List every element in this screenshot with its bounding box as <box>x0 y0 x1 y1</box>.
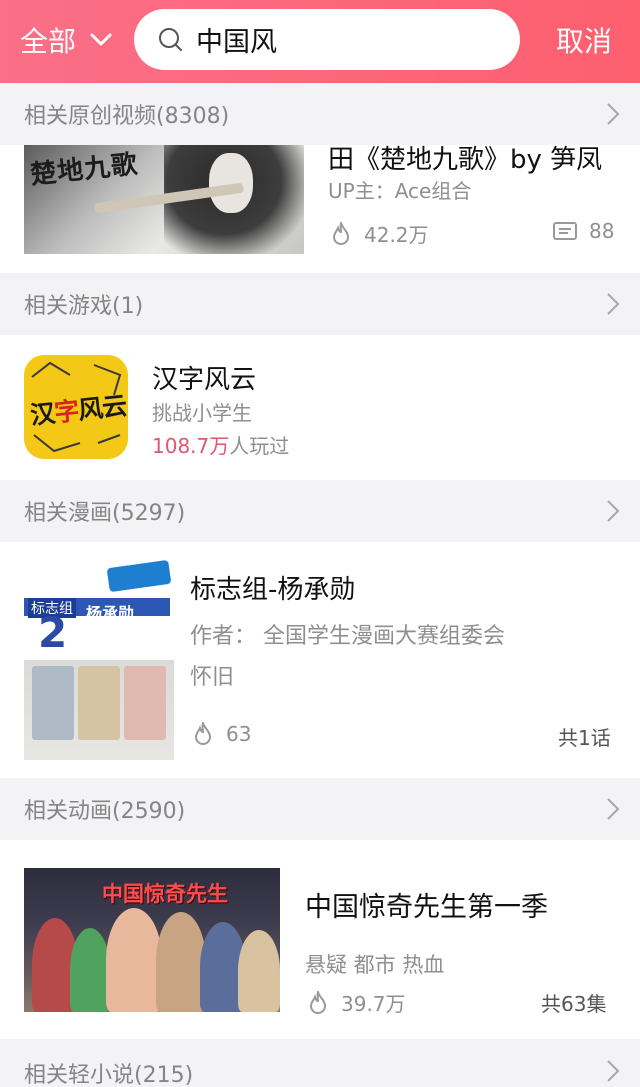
chevron-right-icon <box>607 293 620 315</box>
anime-views-value: 39.7万 <box>341 992 406 1016</box>
chevron-down-icon <box>90 29 112 51</box>
chevron-right-icon <box>607 500 620 522</box>
video-title[interactable]: 田《楚地九歌》by 笋凤 <box>328 145 602 176</box>
video-plays-value: 42.2万 <box>364 223 429 247</box>
anime-views: 39.7万 <box>307 988 406 1017</box>
game-name[interactable]: 汉字风云 <box>152 359 256 396</box>
search-scope-label: 全部 <box>20 25 77 58</box>
chevron-right-icon <box>607 798 620 820</box>
game-card[interactable]: 汉字风云 汉字风云 挑战小学生 108.7万人玩过 <box>0 335 640 480</box>
comic-card[interactable]: 标志组 杨承勋 2 标志组-杨承勋 作者： 全国学生漫画大赛组委会 怀旧 63 … <box>0 542 640 778</box>
game-subtitle: 挑战小学生 <box>152 401 252 425</box>
anime-cover-figure <box>70 928 110 1012</box>
section-header-novels[interactable]: 相关轻小说(215) <box>0 1039 640 1087</box>
anime-cover-figure <box>156 912 206 1012</box>
search-query[interactable]: 中国风 <box>196 20 277 59</box>
anime-cover-title: 中国惊奇先生 <box>102 881 228 906</box>
section-header-anime[interactable]: 相关动画(2590) <box>0 778 640 840</box>
thumbnail-calligraphy: 楚地九歌 <box>28 149 140 191</box>
section-header-games[interactable]: 相关游戏(1) <box>0 273 640 335</box>
anime-episodes: 共63集 <box>541 992 607 1016</box>
flame-icon <box>309 990 327 1014</box>
comic-cover-number: 2 <box>38 608 68 657</box>
flame-icon <box>194 722 212 745</box>
comic-views: 63 <box>192 722 251 746</box>
game-icon[interactable]: 汉字风云 <box>24 355 128 459</box>
comment-icon <box>553 222 577 240</box>
comic-panel <box>32 666 74 740</box>
comic-panel <box>124 666 166 740</box>
comic-cover-logo <box>106 560 172 593</box>
video-plays: 42.2万 <box>330 219 429 248</box>
search-icon <box>158 27 184 53</box>
comic-views-value: 63 <box>226 722 252 746</box>
comic-panel <box>78 666 120 740</box>
anime-card[interactable]: 中国惊奇先生 中国惊奇先生第一季 悬疑 都市 热血 39.7万 共63集 <box>0 840 640 1039</box>
section-header-comics[interactable]: 相关漫画(5297) <box>0 480 640 542</box>
game-players-count: 108.7万 <box>152 434 230 458</box>
comic-cover-bottom[interactable] <box>24 660 174 760</box>
anime-cover-figure <box>106 908 162 1012</box>
comic-episodes: 共1话 <box>558 726 611 750</box>
section-header-videos[interactable]: 相关原创视频(8308) <box>0 83 640 145</box>
comic-title[interactable]: 标志组-杨承勋 <box>190 569 355 606</box>
section-title: 相关动画(2590) <box>24 799 186 824</box>
section-title: 相关原创视频(8308) <box>24 104 230 129</box>
cancel-button[interactable]: 取消 <box>556 18 612 62</box>
section-title: 相关游戏(1) <box>24 294 144 319</box>
game-players-suffix: 人玩过 <box>229 434 290 458</box>
search-scope-dropdown[interactable]: 全部 <box>20 18 112 62</box>
video-uploader[interactable]: UP主：Ace组合 <box>328 175 471 204</box>
search-header: 全部 中国风 取消 <box>0 0 640 83</box>
game-players: 108.7万人玩过 <box>152 430 289 459</box>
video-comments: 88 <box>553 219 614 243</box>
anime-title[interactable]: 中国惊奇先生第一季 <box>305 885 548 924</box>
video-thumbnail[interactable]: 楚地九歌 <box>24 145 304 254</box>
thumb-art-face <box>209 153 253 213</box>
anime-cover-figure <box>238 930 280 1012</box>
comic-tag: 怀旧 <box>190 665 235 690</box>
anime-cover[interactable]: 中国惊奇先生 <box>24 868 280 1012</box>
search-input[interactable]: 中国风 <box>134 9 520 70</box>
section-title: 相关漫画(5297) <box>24 501 186 526</box>
chevron-right-icon <box>607 103 620 125</box>
video-card[interactable]: 楚地九歌 田《楚地九歌》by 笋凤 UP主：Ace组合 42.2万 88 <box>0 145 640 273</box>
video-comments-value: 88 <box>589 219 615 243</box>
comic-cover-name: 杨承勋 <box>86 604 135 623</box>
anime-tags: 悬疑 都市 热血 <box>305 953 445 977</box>
comic-author[interactable]: 作者： 全国学生漫画大赛组委会 <box>190 618 505 650</box>
comic-cover-top[interactable]: 标志组 杨承勋 2 <box>24 560 174 660</box>
chevron-right-icon <box>607 1060 620 1082</box>
flame-icon <box>332 221 350 245</box>
section-title: 相关轻小说(215) <box>24 1063 194 1087</box>
